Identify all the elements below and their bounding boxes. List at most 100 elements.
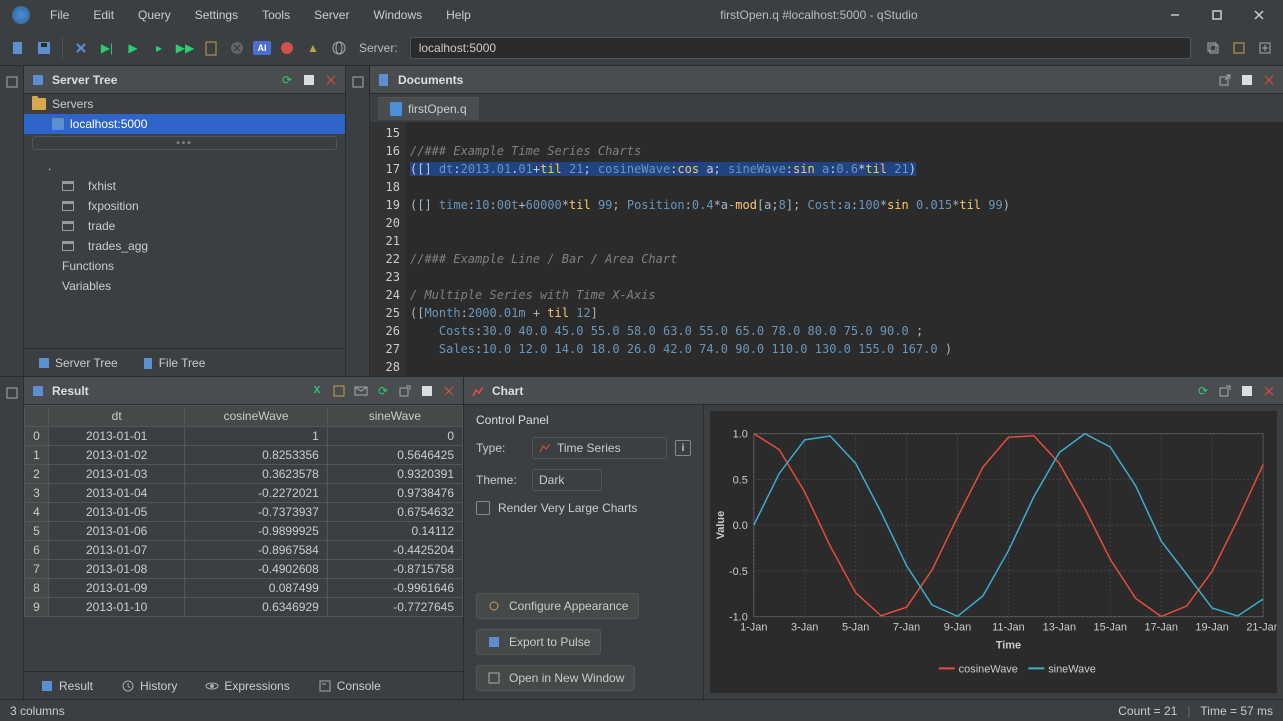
tree-item-functions[interactable]: Functions	[24, 256, 345, 276]
table-row[interactable]: 72013-01-08-0.4902608-0.8715758	[25, 560, 463, 579]
assist-icon[interactable]	[277, 38, 297, 58]
copy-icon[interactable]	[1203, 38, 1223, 58]
window-button-label: Open in New Window	[509, 671, 624, 685]
table-row[interactable]: 42013-01-05-0.73739370.6754632	[25, 503, 463, 522]
svg-text:19-Jan: 19-Jan	[1195, 622, 1228, 634]
maximize-docs-icon[interactable]	[1239, 72, 1255, 88]
result-tabs: Result History Expressions Console	[24, 671, 463, 699]
stop-icon[interactable]	[227, 38, 247, 58]
close-docs-icon[interactable]	[1261, 72, 1277, 88]
table-row[interactable]: 32013-01-04-0.22720210.9738476	[25, 484, 463, 503]
link-icon[interactable]	[71, 38, 91, 58]
close-panel-icon[interactable]	[323, 72, 339, 88]
maximize-result-icon[interactable]	[419, 383, 435, 399]
left-bottom-tabs: Server Tree File Tree	[24, 348, 345, 376]
table-row[interactable]: 52013-01-06-0.98999250.14112	[25, 522, 463, 541]
left-gutter-icon[interactable]	[2, 72, 22, 92]
open-window-button[interactable]: Open in New Window	[476, 665, 635, 691]
chart-plot-area[interactable]: -1.0-0.50.00.51.01-Jan3-Jan5-Jan7-Jan9-J…	[710, 411, 1277, 693]
mail-icon[interactable]	[353, 383, 369, 399]
refresh-chart-icon[interactable]: ⟳	[1195, 383, 1211, 399]
save-icon[interactable]	[34, 38, 54, 58]
new-file-icon[interactable]	[8, 38, 28, 58]
configure-button-label: Configure Appearance	[509, 599, 628, 613]
maximize-button[interactable]	[1197, 3, 1237, 27]
result-table[interactable]: dtcosineWavesineWave 02013-01-011012013-…	[24, 405, 463, 617]
popout-chart-icon[interactable]	[1217, 383, 1233, 399]
tab-server-tree[interactable]: Server Tree	[32, 353, 124, 373]
export-pulse-button[interactable]: Export to Pulse	[476, 629, 601, 655]
tree-divider[interactable]: •••	[32, 136, 337, 150]
close-button[interactable]	[1239, 3, 1279, 27]
info-icon[interactable]: i	[675, 440, 691, 456]
close-result-icon[interactable]	[441, 383, 457, 399]
tree-item-fxhist[interactable]: fxhist	[24, 176, 345, 196]
minimize-button[interactable]	[1155, 3, 1195, 27]
refresh-icon[interactable]: ⟳	[279, 72, 295, 88]
tree-item-trade[interactable]: trade	[24, 216, 345, 236]
menu-tools[interactable]: Tools	[250, 4, 302, 26]
tab-result[interactable]: Result	[34, 676, 99, 696]
globe-icon[interactable]	[329, 38, 349, 58]
render-large-checkbox[interactable]	[476, 501, 490, 515]
main-menu: FileEditQuerySettingsToolsServerWindowsH…	[38, 4, 483, 26]
theme-label: Theme:	[476, 473, 524, 487]
server-input[interactable]	[410, 37, 1191, 59]
clipboard-icon[interactable]	[201, 38, 221, 58]
status-count: Count = 21	[1118, 704, 1177, 718]
run-line-icon[interactable]: ▸	[149, 38, 169, 58]
tree-item-fxposition[interactable]: fxposition	[24, 196, 345, 216]
col-dt[interactable]: dt	[49, 406, 185, 427]
add-server-icon[interactable]	[1255, 38, 1275, 58]
chart-type-dropdown[interactable]: Time Series	[532, 437, 667, 459]
theme-dropdown[interactable]: Dark	[532, 469, 602, 491]
servers-folder[interactable]: Servers	[24, 94, 345, 114]
tab-file-tree[interactable]: File Tree	[136, 353, 212, 373]
col-cosineWave[interactable]: cosineWave	[185, 406, 327, 427]
refresh-result-icon[interactable]: ⟳	[375, 383, 391, 399]
table-row[interactable]: 22013-01-030.36235780.9320391	[25, 465, 463, 484]
table-row[interactable]: 92013-01-100.6346929-0.7727645	[25, 598, 463, 617]
run-icon[interactable]: ▶	[123, 38, 143, 58]
export-xls-icon[interactable]: X	[309, 383, 325, 399]
menu-help[interactable]: Help	[434, 4, 483, 26]
col-sineWave[interactable]: sineWave	[327, 406, 462, 427]
run-all-icon[interactable]: ▶▶	[175, 38, 195, 58]
tab-history[interactable]: History	[115, 676, 183, 696]
docs-gutter-icon[interactable]	[348, 72, 368, 92]
tab-console[interactable]: Console	[312, 676, 387, 696]
menu-file[interactable]: File	[38, 4, 81, 26]
tree-item-variables[interactable]: Variables	[24, 276, 345, 296]
popout-icon[interactable]	[1217, 72, 1233, 88]
svg-text:15-Jan: 15-Jan	[1094, 622, 1127, 634]
ai-icon[interactable]: AI	[253, 41, 271, 55]
control-panel-title: Control Panel	[476, 413, 691, 427]
configure-appearance-button[interactable]: Configure Appearance	[476, 593, 639, 619]
popout-result-icon[interactable]	[397, 383, 413, 399]
menu-windows[interactable]: Windows	[361, 4, 434, 26]
menu-settings[interactable]: Settings	[183, 4, 250, 26]
tab-expressions[interactable]: Expressions	[199, 676, 295, 696]
table-row[interactable]: 82013-01-090.087499-0.9961646	[25, 579, 463, 598]
table-row[interactable]: 12013-01-020.82533560.5646425	[25, 446, 463, 465]
editor-code[interactable]: //### Example Time Series Charts([] dt:2…	[406, 122, 1283, 376]
doc-tab-firstopen[interactable]: firstOpen.q	[378, 97, 479, 120]
step-icon[interactable]: ▶|	[97, 38, 117, 58]
export-csv-icon[interactable]	[331, 383, 347, 399]
tree-item-trades_agg[interactable]: trades_agg	[24, 236, 345, 256]
table-row[interactable]: 62013-01-07-0.8967584-0.4425204	[25, 541, 463, 560]
tree-item-label: fxhist	[88, 179, 116, 193]
server-item[interactable]: localhost:5000	[24, 114, 345, 134]
menu-edit[interactable]: Edit	[81, 4, 126, 26]
code-editor[interactable]: 1516171819202122232425262728 //### Examp…	[370, 122, 1283, 376]
table-row[interactable]: 02013-01-0110	[25, 427, 463, 446]
menu-query[interactable]: Query	[126, 4, 183, 26]
maximize-panel-icon[interactable]	[301, 72, 317, 88]
maximize-chart-icon[interactable]	[1239, 383, 1255, 399]
namespace-root[interactable]: .	[24, 156, 345, 176]
action-icon[interactable]: ▲	[303, 38, 323, 58]
result-gutter-icon[interactable]	[2, 383, 22, 403]
close-chart-icon[interactable]	[1261, 383, 1277, 399]
edit-server-icon[interactable]	[1229, 38, 1249, 58]
menu-server[interactable]: Server	[302, 4, 361, 26]
